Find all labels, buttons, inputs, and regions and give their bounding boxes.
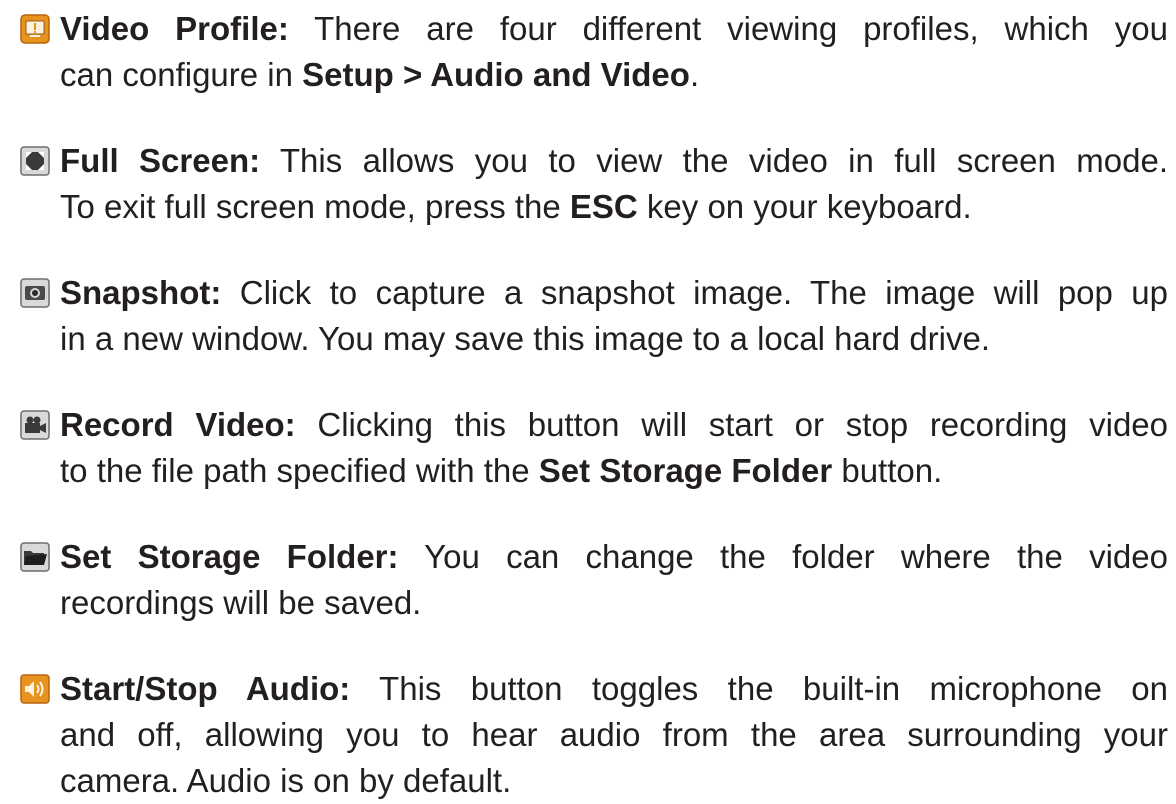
- entry-full-screen: Full Screen: This allows you to view the…: [20, 138, 1168, 230]
- entry-bold-text: Set Storage Folder: [538, 452, 833, 489]
- entry-text: and off, allowing you to hear audio from…: [60, 716, 1168, 753]
- entry-text: To exit full screen mode, press the: [60, 188, 570, 225]
- entry-bold-text: Setup > Audio and Video: [302, 56, 690, 93]
- entry-line-2: to the file path specified with the Set …: [20, 448, 1168, 494]
- entry-line-1: Record Video: Clicking this button will …: [20, 402, 1168, 448]
- entry-line-2: recordings will be saved.: [20, 580, 1168, 626]
- entry-start-stop-audio: Start/Stop Audio: This button toggles th…: [20, 666, 1168, 804]
- storage-folder-icon: [20, 542, 50, 572]
- entry-text: This allows you to view the video in ful…: [260, 142, 1168, 179]
- entry-bold-text: ESC: [569, 188, 638, 225]
- entry-video-profile: Video Profile: There are four different …: [20, 6, 1168, 98]
- entry-line-2: can configure in Setup > Audio and Video…: [20, 52, 1168, 98]
- entry-text: can configure in: [60, 56, 303, 93]
- entry-line-1: Full Screen: This allows you to view the…: [20, 138, 1168, 184]
- entry-term: Snapshot:: [60, 274, 222, 311]
- entry-term: Set Storage Folder:: [60, 538, 399, 575]
- entry-line-1: Video Profile: There are four different …: [20, 6, 1168, 52]
- entry-text: There are four different viewing profile…: [288, 10, 1168, 47]
- entry-line-1: Set Storage Folder: You can change the f…: [20, 534, 1168, 580]
- entry-record-video: Record Video: Clicking this button will …: [20, 402, 1168, 494]
- snapshot-icon: [20, 278, 50, 308]
- document-page: Video Profile: There are four different …: [0, 0, 1176, 804]
- entry-line-2: in a new window. You may save this image…: [20, 316, 1168, 362]
- entry-line-1: Start/Stop Audio: This button toggles th…: [20, 666, 1168, 712]
- entry-text: to the file path specified with the: [60, 452, 539, 489]
- entry-set-storage-folder: Set Storage Folder: You can change the f…: [20, 534, 1168, 626]
- entry-line-1: Snapshot: Click to capture a snapshot im…: [20, 270, 1168, 316]
- full-screen-icon: [20, 146, 50, 176]
- entry-term: Video Profile:: [60, 10, 289, 47]
- record-video-icon: [20, 410, 50, 440]
- entry-term: Start/Stop Audio:: [60, 670, 351, 707]
- entry-text: This button toggles the built-in microph…: [350, 670, 1168, 707]
- entry-term: Record Video:: [60, 406, 296, 443]
- entry-text: recordings will be saved.: [60, 584, 422, 621]
- entry-term: Full Screen:: [60, 142, 261, 179]
- entry-text: Clicking this button will start or stop …: [295, 406, 1169, 443]
- entry-text: button.: [832, 452, 943, 489]
- audio-speaker-icon: [20, 674, 50, 704]
- entry-text: in a new window. You may save this image…: [60, 320, 991, 357]
- video-profile-icon: [20, 14, 50, 44]
- entry-text: camera. Audio is on by default.: [60, 762, 512, 799]
- entry-line-3: camera. Audio is on by default.: [20, 758, 1168, 804]
- entry-text: key on your keyboard.: [637, 188, 972, 225]
- entry-snapshot: Snapshot: Click to capture a snapshot im…: [20, 270, 1168, 362]
- entry-text: You can change the folder where the vide…: [398, 538, 1168, 575]
- entry-line-2: and off, allowing you to hear audio from…: [20, 712, 1168, 758]
- entry-line-2: To exit full screen mode, press the ESC …: [20, 184, 1168, 230]
- entry-text: .: [689, 56, 700, 93]
- entry-text: Click to capture a snapshot image. The i…: [221, 274, 1168, 311]
